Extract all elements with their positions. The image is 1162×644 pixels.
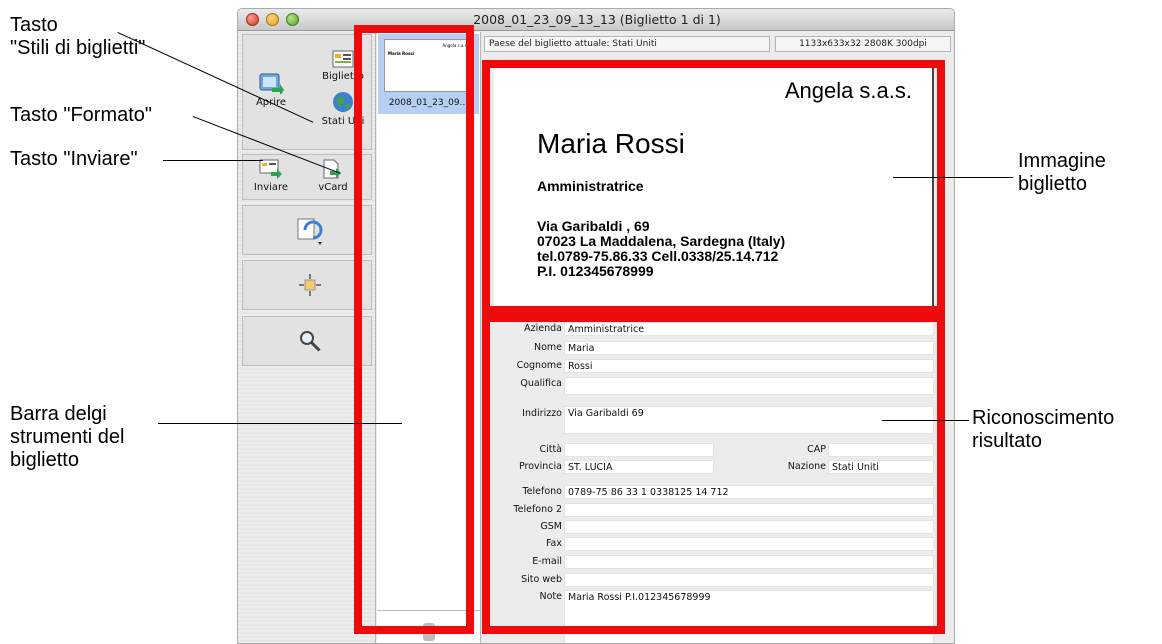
annotation-formato: Tasto "Formato" (10, 104, 153, 126)
note-label: Note (539, 591, 563, 602)
card-address-line: P.I. 012345678999 (537, 263, 654, 279)
globe-icon (333, 92, 353, 112)
image-info: 1133x633x32 2808K 300dpi (775, 36, 951, 52)
thumbnail-company: Angela s.a.s. (442, 43, 468, 48)
crop-button[interactable] (242, 260, 372, 310)
vcard-icon (323, 159, 341, 179)
nome-label: Nome (533, 342, 562, 353)
sitoweb-label: Sito web (521, 574, 562, 585)
card-address-line: tel.0789-75.86.33 Cell.0338/25.14.712 (537, 248, 779, 264)
rotate-button[interactable] (242, 205, 372, 255)
annotation-riconoscimento: Riconoscimento risultato (972, 407, 1115, 452)
vcard-label: vCard (318, 182, 348, 193)
cap-field[interactable] (828, 443, 934, 457)
zoom-button[interactable] (242, 316, 372, 366)
thumbnail-image: Angela s.a.s. Maria Rossi (384, 39, 472, 92)
indirizzo-field[interactable]: Via Garibaldi 69 (564, 406, 934, 434)
window-title: 2008_01_23_09_13_13 (Biglietto 1 di 1) (473, 12, 721, 27)
annotation-immagine: Immagine biglietto (1018, 150, 1106, 195)
country-label: Stati Uni (321, 116, 365, 127)
leader-line-immagine (893, 177, 1013, 178)
thumbnail-list: Angela s.a.s. Maria Rossi 2008_01_23_09.… (377, 32, 481, 643)
telefono2-field[interactable] (564, 503, 934, 517)
nome-field[interactable]: Maria (564, 341, 934, 355)
citta-label: Città (539, 444, 562, 455)
thumbnail-footer (377, 610, 480, 611)
sitoweb-field[interactable] (564, 573, 934, 587)
citta-field[interactable] (564, 443, 714, 457)
provincia-field[interactable]: ST. LUCIA (564, 460, 714, 474)
card-style-button[interactable]: Biglietto (312, 50, 374, 82)
title-bar[interactable]: 2008_01_23_09_13_13 (Biglietto 1 di 1) (238, 9, 954, 31)
send-label: Inviare (253, 182, 289, 193)
indirizzo-label: Indirizzo (522, 408, 562, 419)
gsm-field[interactable] (564, 520, 934, 534)
main-panel: Paese del biglietto attuale: Stati Uniti… (482, 32, 954, 643)
azienda-label: Azienda (524, 323, 562, 334)
leader-line-riconoscimento (882, 420, 969, 421)
open-icon (259, 73, 284, 94)
crop-icon (299, 274, 321, 296)
email-field[interactable] (564, 555, 934, 569)
fax-label: Fax (545, 538, 562, 549)
card-image: Angela s.a.s. Maria Rossi Amministratric… (494, 68, 934, 318)
telefono2-label: Telefono 2 (513, 504, 562, 515)
recognition-form: Azienda Amministratrice Nome Maria Cogno… (482, 322, 954, 643)
leader-line-barra (158, 423, 402, 424)
leader-line-inviare (163, 160, 263, 161)
cognome-label: Cognome (516, 360, 562, 371)
gsm-label: GSM (540, 521, 562, 532)
nazione-label: Nazione (787, 461, 826, 472)
app-window: 2008_01_23_09_13_13 (Biglietto 1 di 1) A… (237, 8, 955, 644)
fax-field[interactable] (564, 537, 934, 551)
card-company: Angela s.a.s. (784, 78, 912, 103)
thumbnail-label: 2008_01_23_09... (388, 98, 469, 108)
trash-icon[interactable] (422, 620, 436, 642)
annotation-inviare: Tasto "Inviare" (10, 148, 138, 170)
card-address-line: 07023 La Maddalena, Sardegna (Italy) (537, 233, 786, 249)
thumbnail-name: Maria Rossi (388, 51, 415, 56)
card-style-label: Biglietto (322, 71, 364, 82)
card-name: Maria Rossi (537, 128, 685, 159)
cognome-field[interactable]: Rossi (564, 359, 934, 373)
rotate-icon (297, 218, 323, 245)
country-info: Paese del biglietto attuale: Stati Uniti (484, 36, 770, 52)
card-address-line: Via Garibaldi , 69 (537, 218, 650, 234)
annotation-stili: Tasto "Stili di biglietti" (10, 14, 146, 59)
card-toolbar: Aprire Biglietto Stati Uni Inviare vCard (238, 32, 376, 643)
thumbnail-item[interactable]: Angela s.a.s. Maria Rossi 2008_01_23_09.… (378, 34, 479, 114)
annotation-barra: Barra delgi strumenti del biglietto (10, 403, 125, 471)
nazione-field[interactable]: Stati Uniti (828, 460, 934, 474)
card-address: Via Garibaldi , 69 07023 La Maddalena, S… (537, 219, 785, 279)
provincia-label: Provincia (518, 461, 562, 472)
qualifica-label: Qualifica (520, 378, 562, 389)
card-style-icon (332, 50, 354, 68)
country-format-button[interactable]: Stati Uni (312, 91, 374, 127)
note-field[interactable]: Maria Rossi P.I.012345678999 (564, 590, 934, 643)
cap-label: CAP (807, 444, 826, 455)
send-icon (259, 159, 282, 179)
send-button[interactable]: Inviare (246, 159, 296, 193)
telefono-field[interactable]: 0789-75 86 33 1 0338125 14 712 (564, 485, 934, 499)
email-label: E-mail (532, 556, 562, 567)
qualifica-field[interactable] (564, 377, 934, 395)
magnifier-icon (300, 331, 321, 352)
card-role: Amministratrice (537, 178, 644, 194)
azienda-field[interactable]: Amministratrice (564, 322, 934, 336)
telefono-label: Telefono (522, 486, 562, 497)
